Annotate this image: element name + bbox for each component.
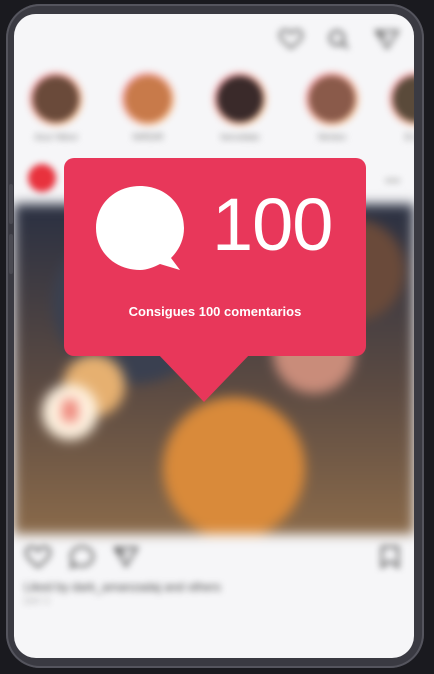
more-options-icon[interactable]: •••: [385, 172, 400, 188]
likes-text: Liked by dark_amanzadaj and others: [24, 580, 221, 594]
side-button: [9, 234, 13, 274]
like-icon[interactable]: [24, 544, 52, 570]
card-pointer: [156, 352, 252, 402]
search-icon[interactable]: [326, 28, 352, 50]
story-username: hervoliato: [220, 132, 260, 142]
comment-notification-card: 100 Consigues 100 comentarios: [64, 158, 366, 356]
comment-bubble-icon: [96, 186, 184, 270]
post-actions: [24, 544, 404, 574]
save-icon[interactable]: [376, 544, 404, 570]
side-button: [9, 184, 13, 224]
post-avatar[interactable]: [28, 164, 56, 192]
post-time: DAY 3: [24, 596, 50, 606]
share-icon[interactable]: [112, 544, 140, 570]
avatar: [393, 76, 414, 122]
story-item[interactable]: hervoliato: [208, 72, 272, 142]
top-bar: [278, 28, 400, 50]
story-item[interactable]: El Lin: [384, 72, 414, 142]
story-username: Azur Nilovi: [34, 132, 78, 142]
story-username: El Lin: [404, 132, 414, 142]
comment-icon[interactable]: [68, 544, 96, 570]
story-item[interactable]: Nimlon: [300, 72, 364, 142]
comment-count: 100: [212, 183, 333, 266]
send-icon[interactable]: [374, 28, 400, 50]
story-item[interactable]: Azur Nilovi: [24, 72, 88, 142]
avatar: [33, 76, 79, 122]
avatar: [309, 76, 355, 122]
post-image-detail: 8: [42, 384, 98, 440]
story-username: Nimlon: [317, 132, 346, 142]
avatar: [125, 76, 171, 122]
avatar: [217, 76, 263, 122]
story-item[interactable]: NIRDIR: [116, 72, 180, 142]
stories-row: Azur Nilovi NIRDIR hervoliato Nimlon El …: [14, 72, 414, 158]
notification-caption: Consigues 100 comentarios: [128, 304, 302, 319]
heart-icon[interactable]: [278, 28, 304, 50]
story-username: NIRDIR: [132, 132, 164, 142]
